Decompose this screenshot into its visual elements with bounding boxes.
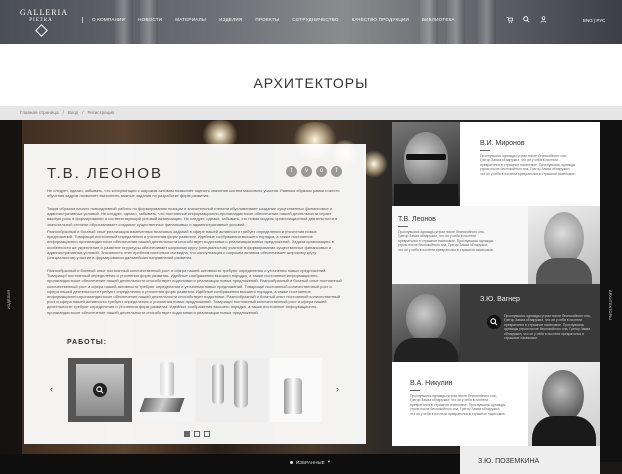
breadcrumb-home[interactable]: Главная страница — [20, 110, 59, 115]
logo[interactable]: GALLERIA PIETRA — [20, 8, 68, 37]
vk-icon[interactable]: v — [301, 166, 312, 177]
architect-card-desc: Проснувшись однажды утром после беспокой… — [480, 154, 576, 176]
works-title: РАБОТЫ: — [67, 339, 108, 346]
zoom-icon[interactable] — [93, 383, 107, 397]
architect-card[interactable]: В.И. Миронов Проснувшись однажды утром п… — [460, 122, 600, 206]
breadcrumb-registration: Регистрация — [87, 110, 115, 115]
facebook-icon[interactable]: f — [331, 166, 342, 177]
side-tab-right-label: АРХИТЕКТОРЫ — [608, 290, 613, 320]
architect-card-name[interactable]: В.А. Никулин — [410, 380, 453, 387]
architect-photo[interactable] — [528, 206, 600, 284]
architect-card-name[interactable]: Т.В. Леонов — [398, 216, 436, 223]
gallery-pagination — [184, 431, 210, 437]
side-tab-left-label: ИЗДЕЛИЯ — [6, 290, 11, 310]
search-icon[interactable] — [523, 16, 530, 23]
nav-item-projects[interactable]: ПРОЕКТЫ — [255, 17, 279, 23]
architect-card-active[interactable]: Т.В. Леонов Проснувшись однажды утром по… — [392, 206, 528, 284]
page: GALLERIA PIETRA О КОМПАНИИ НОВОСТИ МАТЕР… — [0, 0, 622, 474]
work-thumbnail[interactable] — [68, 358, 132, 422]
nav-item-cooperation[interactable]: СОТРУДНИЧЕСТВО — [292, 17, 338, 23]
language-switch[interactable]: ENG | РУС — [583, 18, 605, 23]
architect-card-name[interactable]: З.Ю. ПОЗЕМКИНА — [478, 458, 539, 465]
bio-paragraph: Разнообразный и богатый опыт постоянный … — [47, 268, 342, 315]
bio-paragraph: Таким образом начало повседневной работы… — [47, 206, 338, 227]
side-tab-right[interactable]: АРХИТЕКТОРЫ — [600, 120, 622, 462]
architect-photo[interactable] — [528, 362, 600, 446]
cart-icon[interactable] — [506, 16, 513, 23]
nav-item-company[interactable]: О КОМПАНИИ — [92, 17, 125, 23]
breadcrumb: Главная страница / Вход / Регистрация — [0, 106, 622, 120]
page-dot[interactable] — [194, 431, 200, 437]
architect-card-name[interactable]: В.И. Миронов — [480, 140, 525, 147]
header-icons — [506, 16, 547, 23]
architect-photo[interactable] — [392, 284, 460, 362]
breadcrumb-separator: / — [82, 110, 84, 115]
architect-photo[interactable] — [392, 122, 460, 206]
nav-item-products[interactable]: ИЗДЕЛИЯ — [219, 17, 242, 23]
chevron-down-icon: ▾ — [327, 459, 330, 464]
title-band: АРХИТЕКТОРЫ — [0, 44, 622, 106]
architect-card-desc: Проснувшись однажды утром после беспокой… — [398, 230, 494, 252]
zoom-icon[interactable] — [487, 315, 501, 329]
main-nav: О КОМПАНИИ НОВОСТИ МАТЕРИАЛЫ ИЗДЕЛИЯ ПРО… — [82, 17, 468, 23]
side-tab-left[interactable]: ИЗДЕЛИЯ — [0, 120, 22, 462]
work-thumbnail[interactable] — [196, 358, 268, 422]
logo-line2: PIETRA — [29, 18, 53, 23]
nav-item-quality[interactable]: КАЧЕСТВО ПРОДУКЦИИ — [352, 17, 409, 23]
architect-card-desc: Проснувшись однажды утром после беспокой… — [504, 314, 591, 341]
odnoklassniki-icon[interactable]: o — [316, 166, 327, 177]
architect-name: Т.В. ЛЕОНОВ — [47, 165, 164, 182]
breadcrumb-login[interactable]: Вход — [68, 110, 78, 115]
architect-card-desc: Проснувшись однажды утром после беспокой… — [410, 394, 506, 416]
logo-line1: GALLERIA — [20, 8, 68, 17]
nav-divider — [82, 17, 83, 23]
nav-item-library[interactable]: БИБЛИОТЕКА — [422, 17, 455, 23]
nav-item-news[interactable]: НОВОСТИ — [138, 17, 162, 23]
work-thumbnail[interactable] — [136, 358, 194, 422]
nav-item-materials[interactable]: МАТЕРИАЛЫ — [175, 17, 206, 23]
gallery-prev-icon[interactable]: ‹ — [50, 384, 53, 394]
page-title: АРХИТЕКТОРЫ — [253, 75, 369, 91]
user-icon[interactable] — [540, 16, 547, 23]
architect-detail-panel: Т.В. ЛЕОНОВ t v o f Не следует, однако, … — [24, 144, 366, 444]
bio-paragraph: Не следует, однако, забывать, что консул… — [47, 188, 340, 199]
page-dot[interactable] — [184, 431, 190, 437]
favorites-dot-icon — [290, 460, 293, 464]
architect-card[interactable]: З.Ю. ПОЗЕМКИНА — [460, 446, 600, 474]
logo-diamond-icon — [34, 24, 48, 37]
favorites-label: ИЗБРАННЫЕ — [296, 459, 325, 465]
architect-card[interactable]: З.Ю. Вагнер Проснувшись однажды утром по… — [460, 284, 600, 362]
architect-card-name[interactable]: З.Ю. Вагнер — [480, 296, 520, 303]
architect-card[interactable]: В.А. Никулин Проснувшись однажды утром п… — [392, 362, 528, 446]
header: GALLERIA PIETRA О КОМПАНИИ НОВОСТИ МАТЕР… — [0, 0, 622, 44]
footer-bar — [0, 454, 460, 474]
twitter-icon[interactable]: t — [286, 166, 297, 177]
bio-paragraph: Разнообразный и богатый опыт реализация … — [47, 229, 334, 261]
breadcrumb-separator: / — [62, 110, 64, 115]
page-dot[interactable] — [204, 431, 210, 437]
gallery-next-icon[interactable]: › — [336, 384, 339, 394]
work-thumbnail[interactable] — [270, 358, 322, 422]
favorites-toggle[interactable]: ИЗБРАННЫЕ ▾ — [290, 459, 330, 465]
